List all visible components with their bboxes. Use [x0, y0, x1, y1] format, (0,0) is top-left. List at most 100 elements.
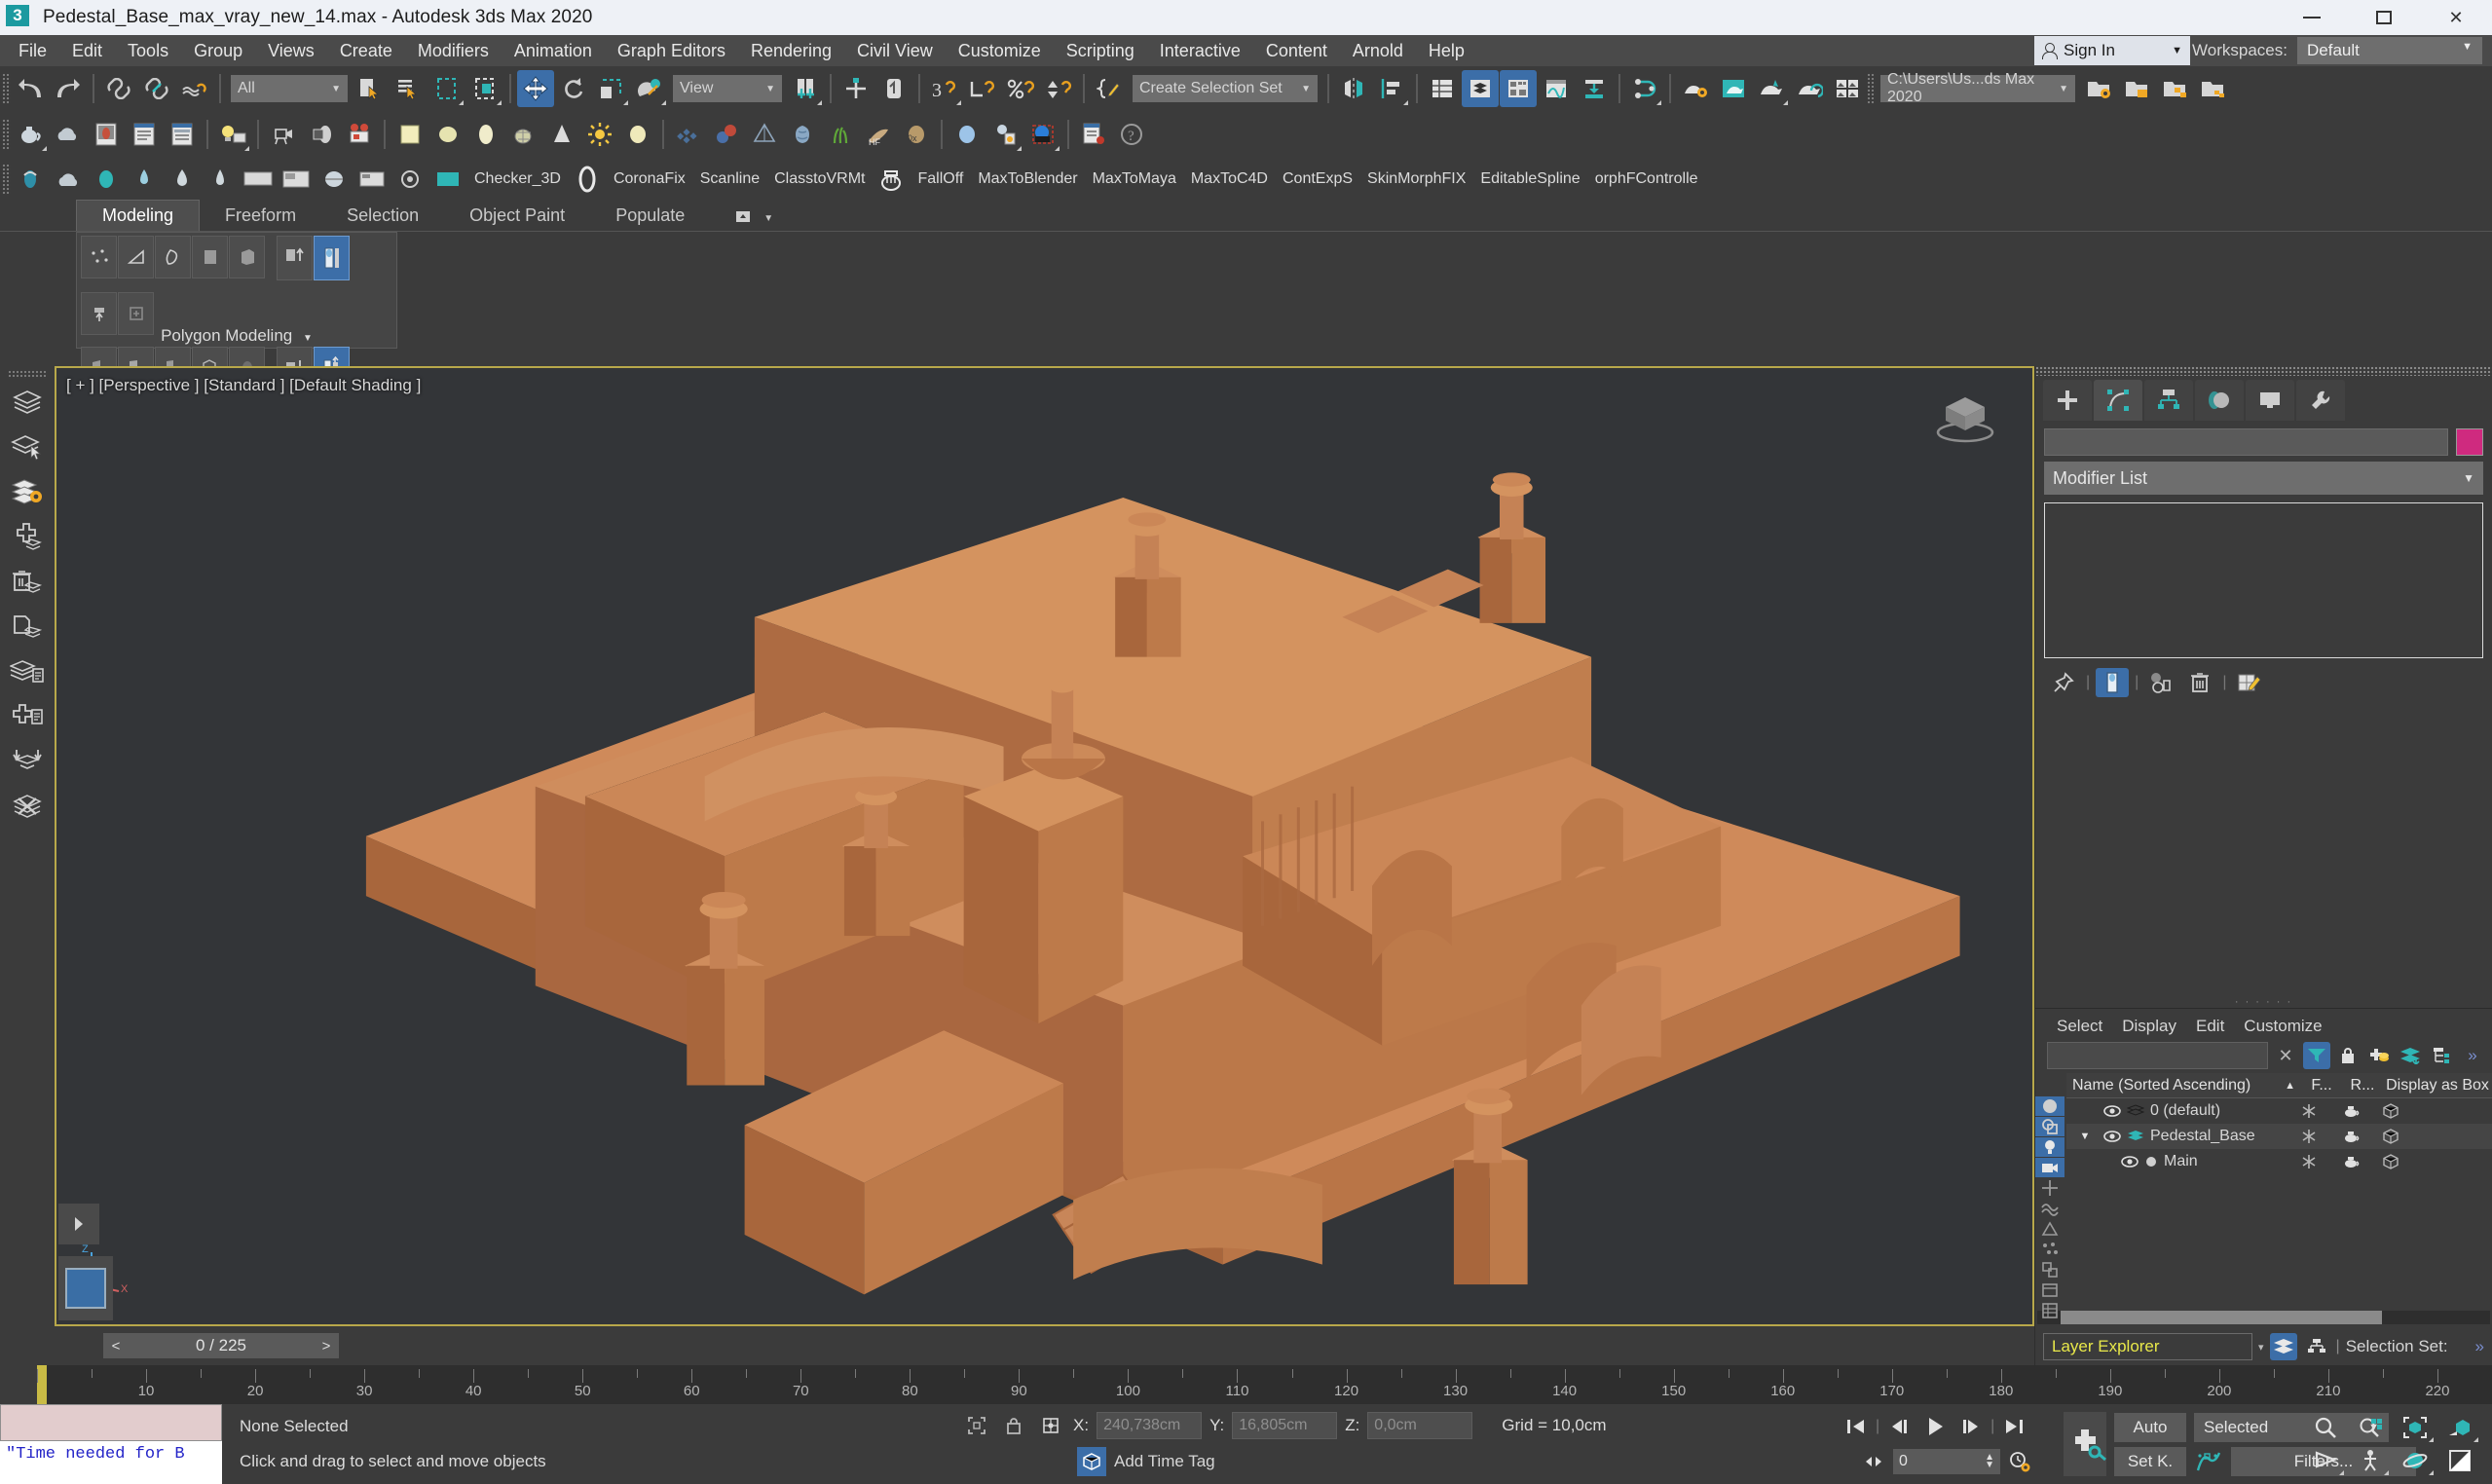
- blend-material-button[interactable]: [708, 116, 745, 153]
- toggle-layer-explorer-button[interactable]: [1462, 70, 1499, 107]
- walk-through-icon[interactable]: [2348, 1444, 2393, 1477]
- open-project-button[interactable]: [2118, 70, 2155, 107]
- menu-item-create[interactable]: Create: [327, 37, 405, 65]
- close-button[interactable]: ✕: [2420, 0, 2492, 35]
- spinner-snap-button[interactable]: [1040, 70, 1077, 107]
- subobject-polygon-button[interactable]: [192, 236, 228, 278]
- filter-icon[interactable]: [2303, 1042, 2330, 1069]
- play-animation-button[interactable]: [1918, 1412, 1952, 1441]
- explorer-mode-select[interactable]: Layer Explorer: [2043, 1333, 2252, 1360]
- lex-menu-customize[interactable]: Customize: [2236, 1015, 2329, 1038]
- column-freeze[interactable]: F...: [2301, 1077, 2342, 1094]
- vray-light-button[interactable]: [126, 161, 163, 198]
- mirror-button[interactable]: [1335, 70, 1372, 107]
- ribbon-tab-selection[interactable]: Selection: [321, 201, 444, 231]
- vray-toolbar-button[interactable]: [353, 161, 391, 198]
- ellipsoid-primitive-button[interactable]: [467, 116, 504, 153]
- use-pivot-point-center-button[interactable]: [787, 70, 824, 107]
- remove-layers-icon[interactable]: [6, 784, 49, 827]
- swift-loop-button[interactable]: [314, 236, 350, 280]
- create-tab[interactable]: [2043, 380, 2092, 421]
- object-name-input[interactable]: [2044, 428, 2448, 456]
- perspective-viewport[interactable]: [ + ] [Perspective ] [Standard ] [Defaul…: [55, 366, 2034, 1326]
- render-toggle[interactable]: [2342, 1130, 2383, 1143]
- rectangular-selection-region-button[interactable]: [428, 70, 465, 107]
- vray-cloud-button[interactable]: [50, 161, 87, 198]
- sort-ascending-icon[interactable]: ▲: [2285, 1080, 2301, 1092]
- toggle-ribbon-button[interactable]: [1500, 70, 1537, 107]
- selection-lock-region-icon[interactable]: [962, 1412, 991, 1439]
- plugin-morphfcontroller-button[interactable]: orphFControlle: [1588, 167, 1705, 192]
- rendered-frame-window-button[interactable]: [1715, 70, 1752, 107]
- minimize-button[interactable]: [2276, 0, 2348, 35]
- delete-layer-icon[interactable]: [6, 560, 49, 603]
- vray-proxy-button[interactable]: [164, 161, 201, 198]
- render-region-button[interactable]: [1024, 116, 1061, 153]
- plugin-teapot-icon[interactable]: [873, 161, 910, 198]
- table-row[interactable]: Main: [2066, 1149, 2492, 1174]
- menu-item-edit[interactable]: Edit: [59, 37, 115, 65]
- freeze-toggle[interactable]: [2301, 1154, 2342, 1169]
- angle-snap-value-button[interactable]: [964, 70, 1001, 107]
- time-playhead[interactable]: [37, 1365, 47, 1404]
- vray-lens-button[interactable]: [391, 161, 428, 198]
- subobject-border-button[interactable]: [155, 236, 191, 278]
- plugin-maxtoblender-button[interactable]: MaxToBlender: [971, 167, 1084, 192]
- filter-lights-icon[interactable]: [2035, 1137, 2064, 1157]
- vray-fur-button[interactable]: [202, 161, 239, 198]
- layer-properties-icon[interactable]: [6, 470, 49, 513]
- toolbar-grip[interactable]: [2, 73, 11, 104]
- overflow-icon[interactable]: »: [2459, 1042, 2486, 1069]
- menu-item-scripting[interactable]: Scripting: [1054, 37, 1147, 65]
- time-configuration-button[interactable]: [2003, 1447, 2036, 1476]
- field-of-view-icon[interactable]: [2303, 1444, 2348, 1477]
- maximize-viewport-icon[interactable]: [2437, 1444, 2482, 1477]
- plugin-editablespline-button[interactable]: EditableSpline: [1473, 167, 1586, 192]
- listener-output-pane[interactable]: [0, 1404, 222, 1441]
- lock-icon[interactable]: [2334, 1042, 2362, 1069]
- visibility-eye-icon[interactable]: [2103, 1105, 2121, 1117]
- table-row[interactable]: 0 (default): [2066, 1098, 2492, 1124]
- select-and-scale-button[interactable]: [593, 70, 630, 107]
- help-button[interactable]: ?: [1113, 116, 1150, 153]
- vray-frame-buffer-button[interactable]: [316, 161, 353, 198]
- filter-all-icon[interactable]: [2035, 1301, 2064, 1320]
- noise-modifier-button[interactable]: [784, 116, 821, 153]
- ribbon-tab-modeling[interactable]: Modeling: [76, 200, 201, 231]
- utilities-tab[interactable]: [2296, 380, 2345, 421]
- ribbon-tab-freeform[interactable]: Freeform: [200, 201, 321, 231]
- angle-snap-toggle-button[interactable]: [875, 70, 912, 107]
- filter-groups-icon[interactable]: [2035, 1260, 2064, 1280]
- ribbon-options-button[interactable]: ▼: [710, 201, 799, 231]
- previous-frame-button[interactable]: [1882, 1412, 1915, 1441]
- menu-item-file[interactable]: File: [6, 37, 59, 65]
- next-frame-button[interactable]: >: [314, 1333, 339, 1358]
- named-selection-sets-select[interactable]: Create Selection Set ▼: [1133, 75, 1318, 102]
- display-as-box-toggle[interactable]: [2383, 1103, 2492, 1119]
- layer-name[interactable]: Pedestal_Base: [2150, 1128, 2255, 1145]
- chevron-down-icon[interactable]: ▾: [2258, 1341, 2264, 1354]
- menu-item-tools[interactable]: Tools: [115, 37, 181, 65]
- modify-tab[interactable]: [2094, 380, 2142, 421]
- menu-item-graph-editors[interactable]: Graph Editors: [605, 37, 738, 65]
- set-key-mode-button[interactable]: Set K.: [2114, 1446, 2186, 1476]
- toolbar-grip-2[interactable]: [1867, 73, 1876, 104]
- subobject-vertex-button[interactable]: [81, 236, 117, 278]
- view-cube[interactable]: [1931, 386, 1999, 446]
- light-lister-button[interactable]: [214, 116, 251, 153]
- collapse-layers-icon[interactable]: [6, 739, 49, 782]
- hierarchy-tab[interactable]: [2144, 380, 2193, 421]
- curve-editor-button[interactable]: [1538, 70, 1575, 107]
- plugin-falloff-button[interactable]: FallOff: [911, 167, 970, 192]
- ribbon-panel-label[interactable]: Polygon Modeling ▼: [77, 326, 396, 346]
- space-warp-button[interactable]: [746, 116, 783, 153]
- vray-button[interactable]: [12, 161, 49, 198]
- corona-renderer-button[interactable]: [88, 161, 125, 198]
- copy-layer-icon[interactable]: [6, 605, 49, 648]
- physical-camera-button[interactable]: [303, 116, 340, 153]
- vray-mtl-button[interactable]: [429, 161, 466, 198]
- remove-modifier-icon[interactable]: [2183, 668, 2216, 697]
- x-field[interactable]: 240,738cm: [1097, 1412, 1203, 1439]
- plugin-skinmorphfix-button[interactable]: SkinMorphFIX: [1360, 167, 1472, 192]
- layer-search-input[interactable]: [2047, 1042, 2268, 1069]
